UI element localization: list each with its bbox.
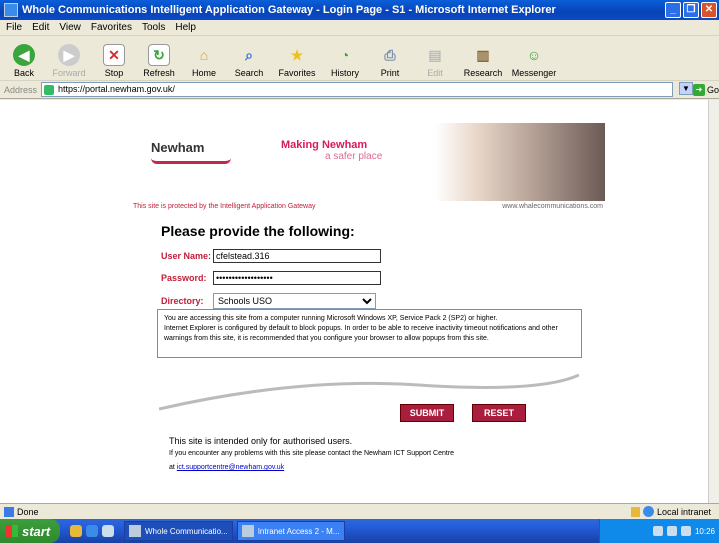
support-email-link[interactable]: ict.supportcentre@newham.gov.uk [177, 464, 284, 471]
popup-notice-box: You are accessing this site from a compu… [157, 309, 582, 358]
taskbar: start Whole Communicatio... Intranet Acc… [0, 519, 719, 543]
vertical-scrollbar[interactable] [708, 100, 719, 503]
password-label: Password: [161, 273, 207, 283]
go-arrow-icon: ➜ [692, 83, 705, 96]
address-bar: Address https://portal.newham.gov.uk/ ▼ … [0, 81, 719, 99]
tagline-primary: Making Newham [281, 139, 368, 151]
edit-button[interactable]: ▤ Edit [413, 44, 457, 80]
notice-line-2: Internet Explorer is configured by defau… [164, 325, 558, 342]
print-icon: ⎙ [384, 46, 396, 63]
start-button[interactable]: start [0, 519, 60, 543]
forward-arrow-icon: ▶ [58, 44, 80, 66]
window-titlebar: Whole Communications Intelligent Applica… [0, 0, 719, 20]
task-intranet-access[interactable]: Intranet Access 2 - M... [236, 521, 345, 541]
close-button[interactable]: ✕ [701, 2, 717, 18]
address-input[interactable]: https://portal.newham.gov.uk/ [41, 82, 673, 97]
windows-flag-icon [6, 525, 18, 537]
ie-task-icon [129, 525, 141, 537]
research-icon: ▥ [476, 46, 490, 63]
login-prompt-heading: Please provide the following: [161, 223, 355, 239]
menu-help[interactable]: Help [175, 22, 196, 33]
newham-logo: Newham [151, 140, 233, 164]
task-whole-communications[interactable]: Whole Communicatio... [124, 521, 233, 541]
menu-edit[interactable]: Edit [32, 22, 49, 33]
messenger-icon: ☺ [526, 47, 542, 63]
tray-icon[interactable] [666, 526, 677, 536]
menu-favorites[interactable]: Favorites [91, 22, 132, 33]
research-button[interactable]: ▥ Research [458, 44, 508, 80]
page-favicon-icon [44, 85, 55, 95]
search-icon: ⌕ [245, 46, 253, 63]
banner-photo [435, 123, 605, 201]
support-contact-note: If you encounter any problems with this … [169, 450, 455, 457]
submit-button[interactable]: SUBMIT [400, 404, 454, 422]
refresh-icon: ↻ [148, 44, 170, 66]
menu-bar: File Edit View Favorites Tools Help [0, 20, 719, 36]
menu-tools[interactable]: Tools [142, 22, 165, 33]
history-icon: ◔ [340, 47, 350, 63]
minimize-button[interactable]: _ [665, 2, 681, 18]
support-email-line: at ict.supportcentre@newham.gov.uk [169, 464, 285, 471]
security-zone: Local intranet [630, 506, 711, 517]
newham-banner: Newham Making Newham a safer place [133, 123, 605, 201]
login-panel: Newham Making Newham a safer place This … [133, 123, 605, 471]
ie-icon [4, 3, 18, 17]
clock: 10:26 [694, 526, 715, 536]
history-button[interactable]: ◔ History [323, 44, 367, 80]
messenger-button[interactable]: ☺ Messenger [509, 44, 559, 80]
window-title: Whole Communications Intelligent Applica… [22, 4, 556, 16]
favorites-star-icon: ★ [290, 46, 304, 63]
stop-icon: ✕ [103, 44, 125, 66]
protected-notice: This site is protected by the Intelligen… [133, 203, 316, 210]
address-label: Address [4, 84, 38, 95]
lock-icon [630, 506, 640, 517]
username-input[interactable] [213, 249, 381, 263]
go-button[interactable]: ➜ Go [692, 83, 719, 96]
password-row: Password: [161, 271, 381, 285]
menu-file[interactable]: File [6, 22, 22, 33]
back-arrow-icon: ◀ [13, 44, 35, 66]
quick-launch-icon[interactable] [86, 525, 98, 537]
username-label: User Name: [161, 251, 212, 261]
username-row: User Name: [161, 249, 381, 263]
password-input[interactable] [213, 271, 381, 285]
directory-label: Directory: [161, 296, 204, 306]
page-done-icon [4, 506, 14, 517]
standard-toolbar: ◀ Back ▶ Forward ✕ Stop ↻ Refresh ⌂ Home ⌕ Sea… [0, 37, 719, 81]
edit-icon: ▤ [428, 46, 442, 63]
stop-button[interactable]: ✕ Stop [92, 44, 136, 80]
status-text: Done [17, 506, 39, 517]
reset-button[interactable]: RESET [472, 404, 526, 422]
tray-icon[interactable] [652, 526, 663, 536]
tagline-secondary: a safer place [325, 151, 383, 162]
zone-label: Local intranet [656, 506, 711, 517]
quick-launch-icon[interactable] [102, 525, 114, 537]
vendor-website: www.whalecommunications.com [502, 203, 603, 210]
quick-launch [70, 525, 114, 537]
address-dropdown-icon[interactable]: ▼ [679, 82, 693, 95]
intranet-globe-icon [642, 506, 654, 517]
print-button[interactable]: ⎙ Print [368, 44, 412, 80]
logo-swoosh [151, 158, 231, 164]
tray-icon[interactable] [680, 526, 691, 536]
notice-line-1: You are accessing this site from a compu… [164, 315, 498, 322]
favorites-button[interactable]: ★ Favorites [272, 44, 322, 80]
system-tray: 10:26 [599, 519, 719, 543]
status-bar: Done Local intranet [0, 503, 719, 519]
home-button[interactable]: ⌂ Home [182, 44, 226, 80]
back-button[interactable]: ◀ Back [2, 44, 46, 80]
search-button[interactable]: ⌕ Search [227, 44, 271, 80]
directory-row: Directory: Schools USO [161, 293, 376, 309]
directory-select[interactable]: Schools USO [213, 293, 376, 309]
ie-task-icon [241, 525, 254, 537]
quick-launch-icon[interactable] [70, 525, 82, 537]
browser-viewport: Newham Making Newham a safer place This … [0, 100, 708, 503]
forward-button[interactable]: ▶ Forward [47, 44, 91, 80]
maximize-button[interactable]: ❐ [683, 2, 699, 18]
home-icon: ⌂ [199, 47, 209, 63]
authorised-users-note: This site is intended only for authorise… [169, 436, 353, 446]
menu-view[interactable]: View [59, 22, 81, 33]
address-url: https://portal.newham.gov.uk/ [58, 84, 175, 94]
refresh-button[interactable]: ↻ Refresh [137, 44, 181, 80]
